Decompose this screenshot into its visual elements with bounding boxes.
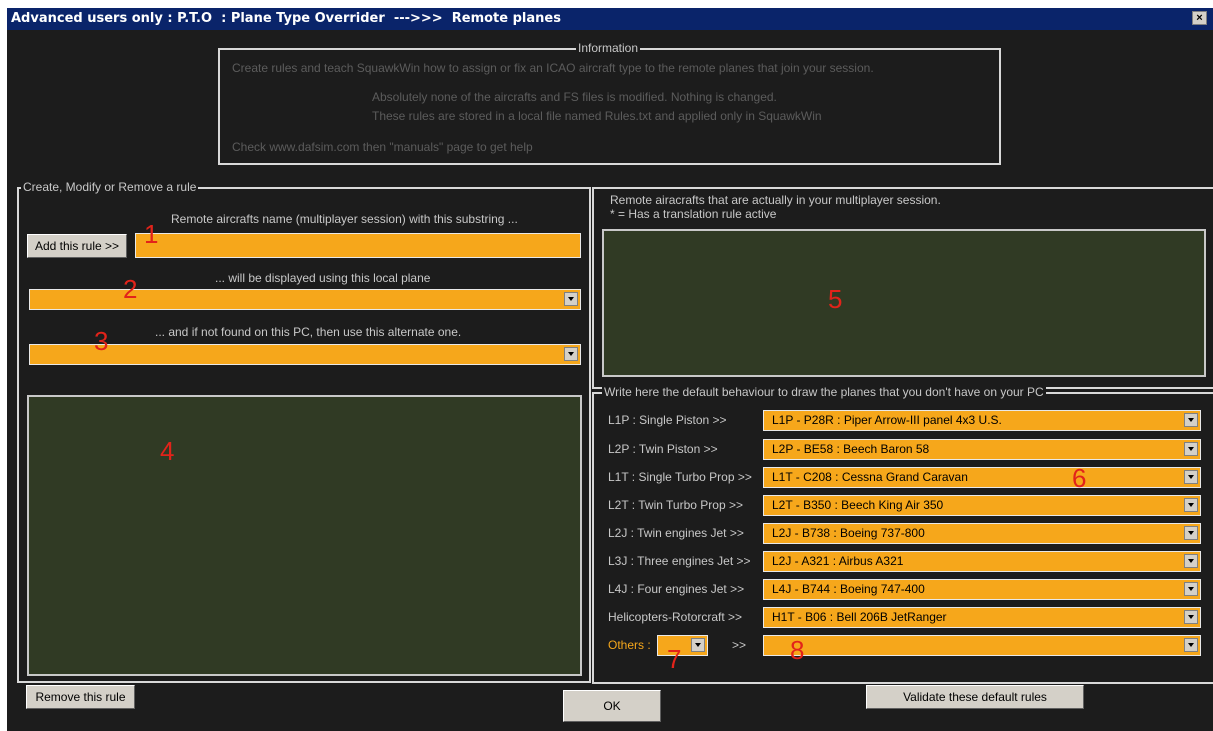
default-value-l2j: L2J - B738 : Boeing 737-800 bbox=[772, 526, 925, 540]
default-value-l4j: L4J - B744 : Boeing 747-400 bbox=[772, 582, 925, 596]
chevron-down-icon[interactable] bbox=[1184, 582, 1198, 596]
default-select-l2p[interactable]: L2P - BE58 : Beech Baron 58 bbox=[763, 439, 1201, 460]
annotation-marker-6: 6 bbox=[1072, 463, 1087, 493]
annotation-marker-5: 5 bbox=[828, 284, 843, 314]
local-plane-select[interactable] bbox=[29, 289, 581, 310]
default-value-l3j: L2J - A321 : Airbus A321 bbox=[772, 554, 904, 568]
chevron-down-icon[interactable] bbox=[691, 638, 705, 652]
defaults-legend: Write here the default behaviour to draw… bbox=[602, 385, 1046, 399]
chevron-down-icon[interactable] bbox=[564, 347, 578, 361]
row-label-l3j: L3J : Three engines Jet >> bbox=[608, 554, 751, 568]
chevron-down-icon[interactable] bbox=[1184, 526, 1198, 540]
default-value-l2p: L2P - BE58 : Beech Baron 58 bbox=[772, 442, 930, 456]
info-line-1: Create rules and teach SquawkWin how to … bbox=[232, 61, 874, 75]
local-plane-label: ... will be displayed using this local p… bbox=[215, 271, 431, 285]
add-rule-button[interactable]: Add this rule >> bbox=[27, 234, 127, 258]
alternate-plane-label: ... and if not found on this PC, then us… bbox=[155, 325, 462, 339]
row-label-l2t: L2T : Twin Turbo Prop >> bbox=[608, 498, 743, 512]
remote-line-2: * = Has a translation rule active bbox=[610, 207, 777, 221]
close-icon[interactable]: × bbox=[1192, 11, 1207, 25]
default-select-l2t[interactable]: L2T - B350 : Beech King Air 350 bbox=[763, 495, 1201, 516]
annotation-marker-8: 8 bbox=[790, 635, 805, 665]
default-select-l4j[interactable]: L4J - B744 : Boeing 747-400 bbox=[763, 579, 1201, 600]
default-value-l1p: L1P - P28R : Piper Arrow-III panel 4x3 U… bbox=[772, 413, 1002, 427]
info-line-2: Absolutely none of the aircrafts and FS … bbox=[372, 90, 777, 104]
row-label-l1t: L1T : Single Turbo Prop >> bbox=[608, 470, 752, 484]
information-group: Information Create rules and teach Squaw… bbox=[218, 41, 1001, 165]
default-select-l1p[interactable]: L1P - P28R : Piper Arrow-III panel 4x3 U… bbox=[763, 410, 1201, 431]
title-bar[interactable]: Advanced users only : P.T.O : Plane Type… bbox=[7, 8, 1213, 30]
annotation-marker-1: 1 bbox=[144, 219, 159, 249]
info-line-3: These rules are stored in a local file n… bbox=[372, 109, 822, 123]
chevron-down-icon[interactable] bbox=[1184, 470, 1198, 484]
default-value-l2t: L2T - B350 : Beech King Air 350 bbox=[772, 498, 944, 512]
others-arrow: >> bbox=[732, 638, 747, 652]
others-label: Others : bbox=[608, 638, 651, 652]
default-select-l2j[interactable]: L2J - B738 : Boeing 737-800 bbox=[763, 523, 1201, 544]
substring-label: Remote aircrafts name (multiplayer sessi… bbox=[171, 212, 518, 226]
substring-input[interactable] bbox=[135, 233, 581, 258]
remote-group: Remote airacrafts that are actually in y… bbox=[592, 187, 1213, 389]
row-label-l2j: L2J : Twin engines Jet >> bbox=[608, 526, 744, 540]
chevron-down-icon[interactable] bbox=[1184, 554, 1198, 568]
annotation-marker-7: 7 bbox=[667, 644, 682, 674]
validate-defaults-button[interactable]: Validate these default rules bbox=[866, 685, 1084, 709]
row-label-l1p: L1P : Single Piston >> bbox=[608, 413, 727, 427]
annotation-marker-3: 3 bbox=[94, 326, 109, 356]
default-select-l3j[interactable]: L2J - A321 : Airbus A321 bbox=[763, 551, 1201, 572]
defaults-group: Write here the default behaviour to draw… bbox=[592, 385, 1213, 684]
remote-line-1: Remote airacrafts that are actually in y… bbox=[610, 193, 941, 207]
default-value-l1t: L1T - C208 : Cessna Grand Caravan bbox=[772, 470, 968, 484]
window-title: Advanced users only : P.T.O : Plane Type… bbox=[11, 11, 561, 26]
rule-group: Create, Modify or Remove a rule Remote a… bbox=[17, 180, 591, 683]
pto-window: Advanced users only : P.T.O : Plane Type… bbox=[7, 8, 1213, 731]
chevron-down-icon[interactable] bbox=[1184, 638, 1198, 652]
remote-aircraft-list[interactable] bbox=[602, 229, 1206, 377]
default-select-others[interactable] bbox=[763, 635, 1201, 656]
rules-list[interactable] bbox=[27, 395, 582, 676]
row-label-l4j: L4J : Four engines Jet >> bbox=[608, 582, 745, 596]
chevron-down-icon[interactable] bbox=[1184, 442, 1198, 456]
rule-legend: Create, Modify or Remove a rule bbox=[21, 180, 199, 194]
chevron-down-icon[interactable] bbox=[1184, 498, 1198, 512]
ok-button[interactable]: OK bbox=[563, 690, 661, 722]
info-line-4: Check www.dafsim.com then "manuals" page… bbox=[232, 140, 533, 154]
information-legend: Information bbox=[576, 41, 641, 55]
row-label-l2p: L2P : Twin Piston >> bbox=[608, 442, 718, 456]
remove-rule-button[interactable]: Remove this rule bbox=[26, 685, 135, 709]
chevron-down-icon[interactable] bbox=[564, 292, 578, 306]
annotation-marker-4: 4 bbox=[160, 436, 175, 466]
default-value-helicopters: H1T - B06 : Bell 206B JetRanger bbox=[772, 610, 947, 624]
row-label-helicopters: Helicopters-Rotorcraft >> bbox=[608, 610, 743, 624]
chevron-down-icon[interactable] bbox=[1184, 413, 1198, 427]
default-select-helicopters[interactable]: H1T - B06 : Bell 206B JetRanger bbox=[763, 607, 1201, 628]
others-type-select[interactable] bbox=[657, 635, 708, 656]
default-select-l1t[interactable]: L1T - C208 : Cessna Grand Caravan bbox=[763, 467, 1201, 488]
annotation-marker-2: 2 bbox=[123, 274, 138, 304]
chevron-down-icon[interactable] bbox=[1184, 610, 1198, 624]
alternate-plane-select[interactable] bbox=[29, 344, 581, 365]
